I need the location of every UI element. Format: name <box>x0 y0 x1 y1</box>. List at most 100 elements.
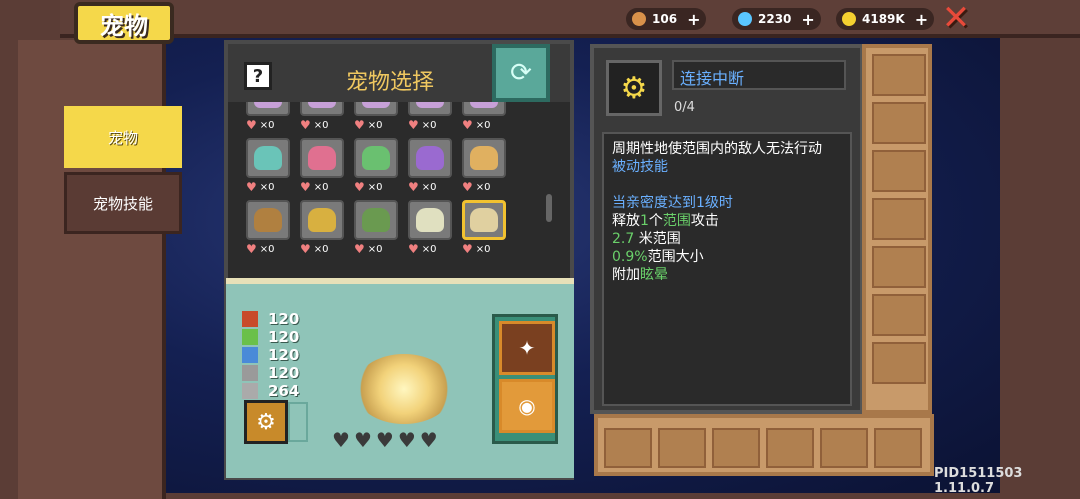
effect-value: 0.9% <box>612 249 648 265</box>
close-icon[interactable]: ✕ <box>940 1 972 35</box>
storage-slot[interactable] <box>820 428 868 468</box>
pet-count: ♥ ×0 <box>462 180 508 194</box>
effect-line: 0.9%范围大小 <box>612 248 842 266</box>
pet-cell[interactable]: ♥ ×0 <box>354 102 400 134</box>
pet-icon <box>416 102 444 108</box>
grid-scrollbar[interactable] <box>546 194 552 222</box>
storage-slot[interactable] <box>712 428 760 468</box>
pet-count: ♥ ×0 <box>408 118 454 132</box>
storage-slot[interactable] <box>872 342 926 384</box>
pet-count: ♥ ×0 <box>354 118 400 132</box>
storage-slot[interactable] <box>872 294 926 336</box>
pet-count: ♥ ×0 <box>300 242 346 256</box>
pet-cell[interactable]: ♥ ×0 <box>462 138 508 196</box>
add-gem-icon[interactable]: + <box>801 10 814 29</box>
pet-count-value: ×0 <box>421 243 437 255</box>
effect-text: 攻击 <box>690 213 719 229</box>
coin-count: 4189K <box>862 12 905 26</box>
pet-count: ♥ ×0 <box>246 180 292 194</box>
heart-icon: ♥ <box>353 428 372 452</box>
unlock-condition: 当亲密度达到1级时 <box>612 195 733 211</box>
pet-portrait <box>408 200 452 240</box>
pet-cell[interactable]: ♥ ×0 <box>408 102 454 134</box>
pet-count: ♥ ×0 <box>462 242 508 256</box>
storage-slot[interactable] <box>766 428 814 468</box>
pet-cell[interactable]: ♥ ×0 <box>354 200 400 258</box>
pet-cell[interactable]: ♥ ×0 <box>246 102 292 134</box>
heart-icon: ♥ <box>300 180 311 194</box>
pet-cell[interactable]: ♥ ×0 <box>408 200 454 258</box>
heart-icon: ♥ <box>246 180 257 194</box>
pet-count-value: ×0 <box>367 119 383 131</box>
storage-slot[interactable] <box>872 246 926 288</box>
pet-count: ♥ ×0 <box>408 180 454 194</box>
stat-value: 120 <box>268 364 300 382</box>
help-button[interactable]: ? <box>244 62 272 90</box>
pet-portrait <box>408 102 452 116</box>
heart-icon: ♥ <box>300 242 311 256</box>
skill-gear-icon[interactable]: ⚙ <box>244 400 288 444</box>
storage-slot[interactable] <box>872 54 926 96</box>
pet-icon <box>308 102 336 108</box>
pet-cell[interactable]: ♥ ×0 <box>246 138 292 196</box>
pet-cell[interactable]: ♥ ×0 <box>408 138 454 196</box>
pet-cell[interactable]: ♥ ×0 <box>462 102 508 134</box>
heart-icon: ♥ <box>462 242 473 256</box>
storage-slot[interactable] <box>872 102 926 144</box>
coin-resource[interactable]: 4189K + <box>836 8 935 30</box>
pet-count: ♥ ×0 <box>246 118 292 132</box>
pet-icon <box>416 208 444 232</box>
helmet-slot[interactable]: ◉ <box>499 379 555 433</box>
gem-resource[interactable]: 2230 + <box>732 8 821 30</box>
pet-cell[interactable]: ♥ ×0 <box>354 138 400 196</box>
add-fish-icon[interactable]: + <box>687 10 700 29</box>
pet-portrait <box>354 102 398 116</box>
stat-value: 120 <box>268 346 300 364</box>
pet-count-value: ×0 <box>313 181 329 193</box>
fish-resource[interactable]: 106 + <box>626 8 707 30</box>
heart-icon: ♥ <box>408 242 419 256</box>
selection-title: 宠物选择 <box>346 70 435 95</box>
pet-count-value: ×0 <box>421 181 437 193</box>
pet-count-value: ×0 <box>367 243 383 255</box>
storage-slot[interactable] <box>604 428 652 468</box>
heart-icon: ♥ <box>354 180 365 194</box>
refresh-icon[interactable]: ⟳ <box>492 44 550 102</box>
pet-cell[interactable]: ♥ ×0 <box>300 200 346 258</box>
armor-slot[interactable]: ✦ <box>499 321 555 375</box>
pet-portrait <box>246 138 290 178</box>
pet-portrait <box>300 102 344 116</box>
heart-icon: ♥ <box>462 118 473 132</box>
pet-count: ♥ ×0 <box>300 180 346 194</box>
pet-cell[interactable]: ♥ ×0 <box>246 200 292 258</box>
pet-count: ♥ ×0 <box>462 118 508 132</box>
pet-cell[interactable]: ♥ ×0 <box>300 102 346 134</box>
skill-name: 连接中断 <box>672 60 846 90</box>
tab-pets-label: 宠物 <box>107 128 138 147</box>
pet-icon <box>416 146 444 170</box>
heart-icon: ♥ <box>300 118 311 132</box>
gear-icon: ⚙ <box>606 60 662 116</box>
pet-count-value: ×0 <box>421 119 437 131</box>
pet-icon <box>362 146 390 170</box>
pet-grid: ♥ ×0 ♥ ×0 ♥ ×0 ♥ ×0 ♥ ×0 ♥ ×0 ♥ ×0 ♥ ×0 ♥ ×0 ♥ ×0 ♥ ×0 ♥ ×0 ♥ ×0 ♥… <box>246 102 556 280</box>
tab-pets[interactable]: 宠物 <box>64 106 182 168</box>
pet-cell[interactable]: ♥ ×0 <box>462 200 508 258</box>
storage-slot[interactable] <box>872 150 926 192</box>
coin-icon <box>842 12 856 26</box>
pet-cell[interactable]: ♥ ×0 <box>300 138 346 196</box>
strength-icon <box>242 311 258 327</box>
tab-pet-skills[interactable]: 宠物技能 <box>64 172 182 234</box>
pet-sprite <box>354 354 454 424</box>
storage-slot[interactable] <box>658 428 706 468</box>
stat-row: 120 <box>242 328 299 346</box>
intimacy-hearts: ♥ ♥ ♥ ♥ ♥ <box>332 428 438 452</box>
skill-empty-slot[interactable] <box>288 402 308 442</box>
stat-value: 120 <box>268 310 300 328</box>
pet-portrait <box>408 138 452 178</box>
storage-slot[interactable] <box>872 198 926 240</box>
add-coin-icon[interactable]: + <box>915 10 928 29</box>
skill-description-box: 周期性地使范围内的敌人无法行动 被动技能 当亲密度达到1级时 释放1个范围攻击 … <box>602 132 852 406</box>
storage-slot[interactable] <box>874 428 922 468</box>
storage-column <box>862 44 932 414</box>
